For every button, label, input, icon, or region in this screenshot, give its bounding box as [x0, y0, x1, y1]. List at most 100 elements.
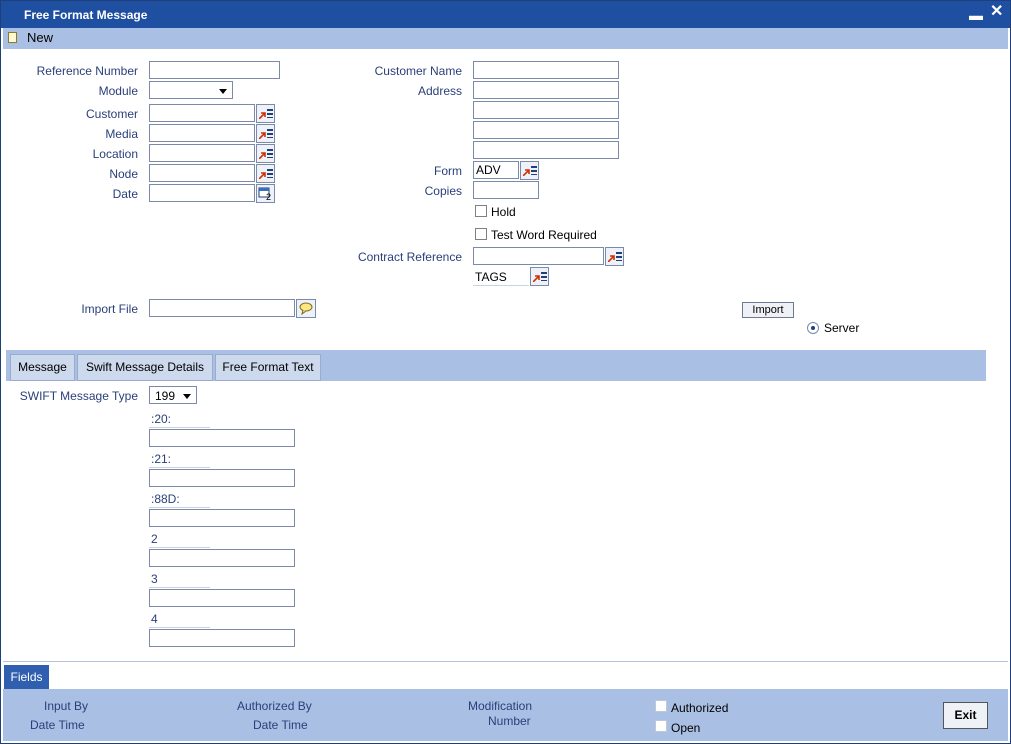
field-input-3[interactable]: [149, 589, 295, 607]
customer-name-label: Customer Name: [374, 64, 462, 78]
field-input-2[interactable]: [149, 549, 295, 567]
node-label: Node: [109, 167, 138, 181]
exit-button[interactable]: Exit: [943, 702, 988, 729]
location-label: Location: [92, 147, 138, 161]
minimize-icon[interactable]: ▬: [969, 8, 983, 22]
customer-lov-icon[interactable]: [256, 104, 275, 123]
address-line-1-input[interactable]: [473, 81, 619, 99]
chevron-down-icon: [219, 89, 227, 94]
swift-message-type-value: 199: [155, 389, 176, 403]
test-word-checkbox[interactable]: [475, 228, 487, 240]
form-input[interactable]: [473, 161, 519, 179]
tags-underline: [473, 285, 529, 286]
server-radio[interactable]: [807, 322, 819, 334]
arrow-icon: [259, 152, 266, 159]
tags-lov-icon[interactable]: [530, 267, 549, 286]
field-input-88d[interactable]: [149, 509, 295, 527]
new-button[interactable]: New: [27, 30, 53, 45]
media-label: Media: [105, 127, 138, 141]
form-lov-icon[interactable]: [520, 161, 539, 180]
field-input-20[interactable]: [149, 429, 295, 447]
arrow-icon: [533, 275, 540, 282]
toolbar: New: [3, 28, 1008, 49]
contract-reference-label: Contract Reference: [357, 250, 462, 264]
calendar-icon[interactable]: 2: [256, 184, 275, 203]
field-label-21: :21:: [151, 452, 172, 466]
divider: [3, 661, 1008, 662]
reference-number-label: Reference Number: [36, 64, 138, 78]
import-button[interactable]: Import: [742, 302, 794, 318]
node-input[interactable]: [149, 164, 255, 182]
arrow-icon: [608, 255, 615, 262]
window-title: Free Format Message: [24, 8, 148, 22]
modification-number-label: Number: [488, 714, 531, 728]
import-file-input[interactable]: [149, 299, 295, 317]
open-label: Open: [671, 721, 701, 735]
open-checkbox: [655, 720, 667, 732]
field-label-4: 4: [151, 612, 158, 626]
form-label: Form: [434, 164, 462, 178]
arrow-icon: [523, 169, 530, 176]
reference-number-input[interactable]: [149, 61, 280, 79]
swift-message-type-select[interactable]: 199: [149, 386, 197, 404]
copies-input[interactable]: [473, 181, 539, 199]
close-icon[interactable]: ✕: [990, 4, 1003, 20]
chevron-down-icon: [183, 394, 191, 399]
input-by-label: Input By: [44, 699, 89, 713]
module-select[interactable]: [149, 81, 233, 99]
field-label-88d: :88D:: [151, 492, 180, 506]
location-lov-icon[interactable]: [256, 144, 275, 163]
media-lov-icon[interactable]: [256, 124, 275, 143]
field-label-20: :20:: [151, 412, 172, 426]
authorized-date-time-label: Date Time: [253, 718, 308, 732]
arrow-icon: [259, 172, 266, 179]
arrow-icon: [259, 132, 266, 139]
new-document-icon[interactable]: [8, 32, 17, 43]
browse-icon[interactable]: [296, 299, 316, 318]
field-underline: [149, 547, 210, 548]
tab-swift-message-details[interactable]: Swift Message Details: [77, 354, 213, 381]
address-line-3-input[interactable]: [473, 121, 619, 139]
tab-message[interactable]: Message: [10, 354, 75, 381]
field-label-2: 2: [151, 532, 158, 546]
hold-label: Hold: [491, 205, 516, 219]
arrow-icon: [259, 112, 266, 119]
location-input[interactable]: [149, 144, 255, 162]
contract-reference-input[interactable]: [473, 247, 604, 265]
test-word-label: Test Word Required: [491, 228, 597, 242]
customer-input[interactable]: [149, 104, 255, 122]
field-underline: [149, 587, 210, 588]
hold-checkbox[interactable]: [475, 205, 487, 217]
date-label: Date: [112, 187, 138, 201]
fields-button[interactable]: Fields: [4, 665, 49, 689]
tab-free-format-text[interactable]: Free Format Text: [215, 354, 321, 381]
node-lov-icon[interactable]: [256, 164, 275, 183]
date-input[interactable]: [149, 184, 255, 202]
customer-name-input[interactable]: [473, 61, 619, 79]
authorized-label: Authorized: [671, 701, 729, 715]
field-underline: [149, 467, 210, 468]
contract-reference-lov-icon[interactable]: [605, 247, 624, 266]
server-label: Server: [824, 321, 860, 335]
authorized-by-label: Authorized By: [237, 699, 312, 713]
field-input-21[interactable]: [149, 469, 295, 487]
title-bar: Free Format Message ▬ ✕: [1, 1, 1010, 28]
address-label: Address: [417, 84, 462, 98]
customer-label: Customer: [85, 107, 138, 121]
tags-label: TAGS: [475, 270, 507, 284]
address-line-4-input[interactable]: [473, 141, 619, 159]
modification-label: Modification: [468, 699, 533, 713]
field-input-4[interactable]: [149, 629, 295, 647]
input-date-time-label: Date Time: [30, 718, 85, 732]
field-label-3: 3: [151, 572, 158, 586]
field-underline: [149, 427, 210, 428]
swift-message-type-label: SWIFT Message Type: [19, 389, 138, 403]
address-line-2-input[interactable]: [473, 101, 619, 119]
authorized-checkbox: [655, 700, 667, 712]
field-underline: [149, 627, 210, 628]
copies-label: Copies: [424, 184, 462, 198]
import-file-label: Import File: [81, 302, 138, 316]
field-underline: [149, 507, 210, 508]
media-input[interactable]: [149, 124, 255, 142]
svg-text:2: 2: [266, 192, 271, 202]
